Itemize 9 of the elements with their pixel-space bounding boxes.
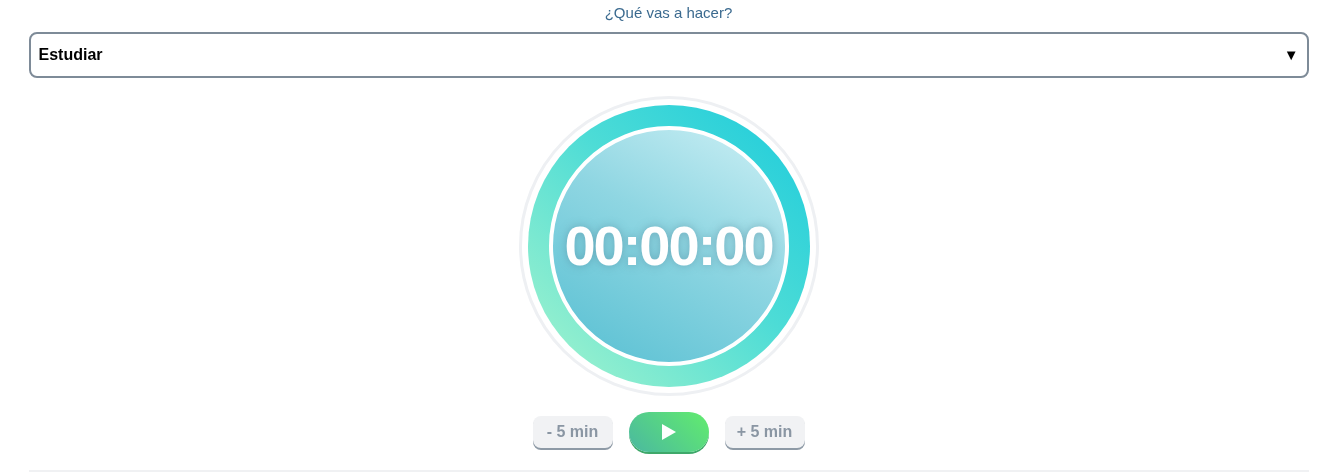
play-icon bbox=[660, 423, 677, 441]
plus-five-button[interactable]: + 5 min bbox=[724, 416, 805, 448]
play-button[interactable] bbox=[628, 412, 709, 452]
dropdown-arrow: ▼ bbox=[1283, 44, 1299, 65]
selected-value: Estudiar bbox=[38, 45, 103, 65]
field-label: ¿Qué vas a hacer? bbox=[604, 4, 733, 22]
timer-display: 00:00:00 bbox=[564, 213, 773, 279]
minus-five-button[interactable]: - 5 min bbox=[532, 416, 613, 448]
activity-select[interactable]: Estudiar ▼ bbox=[28, 32, 1309, 78]
